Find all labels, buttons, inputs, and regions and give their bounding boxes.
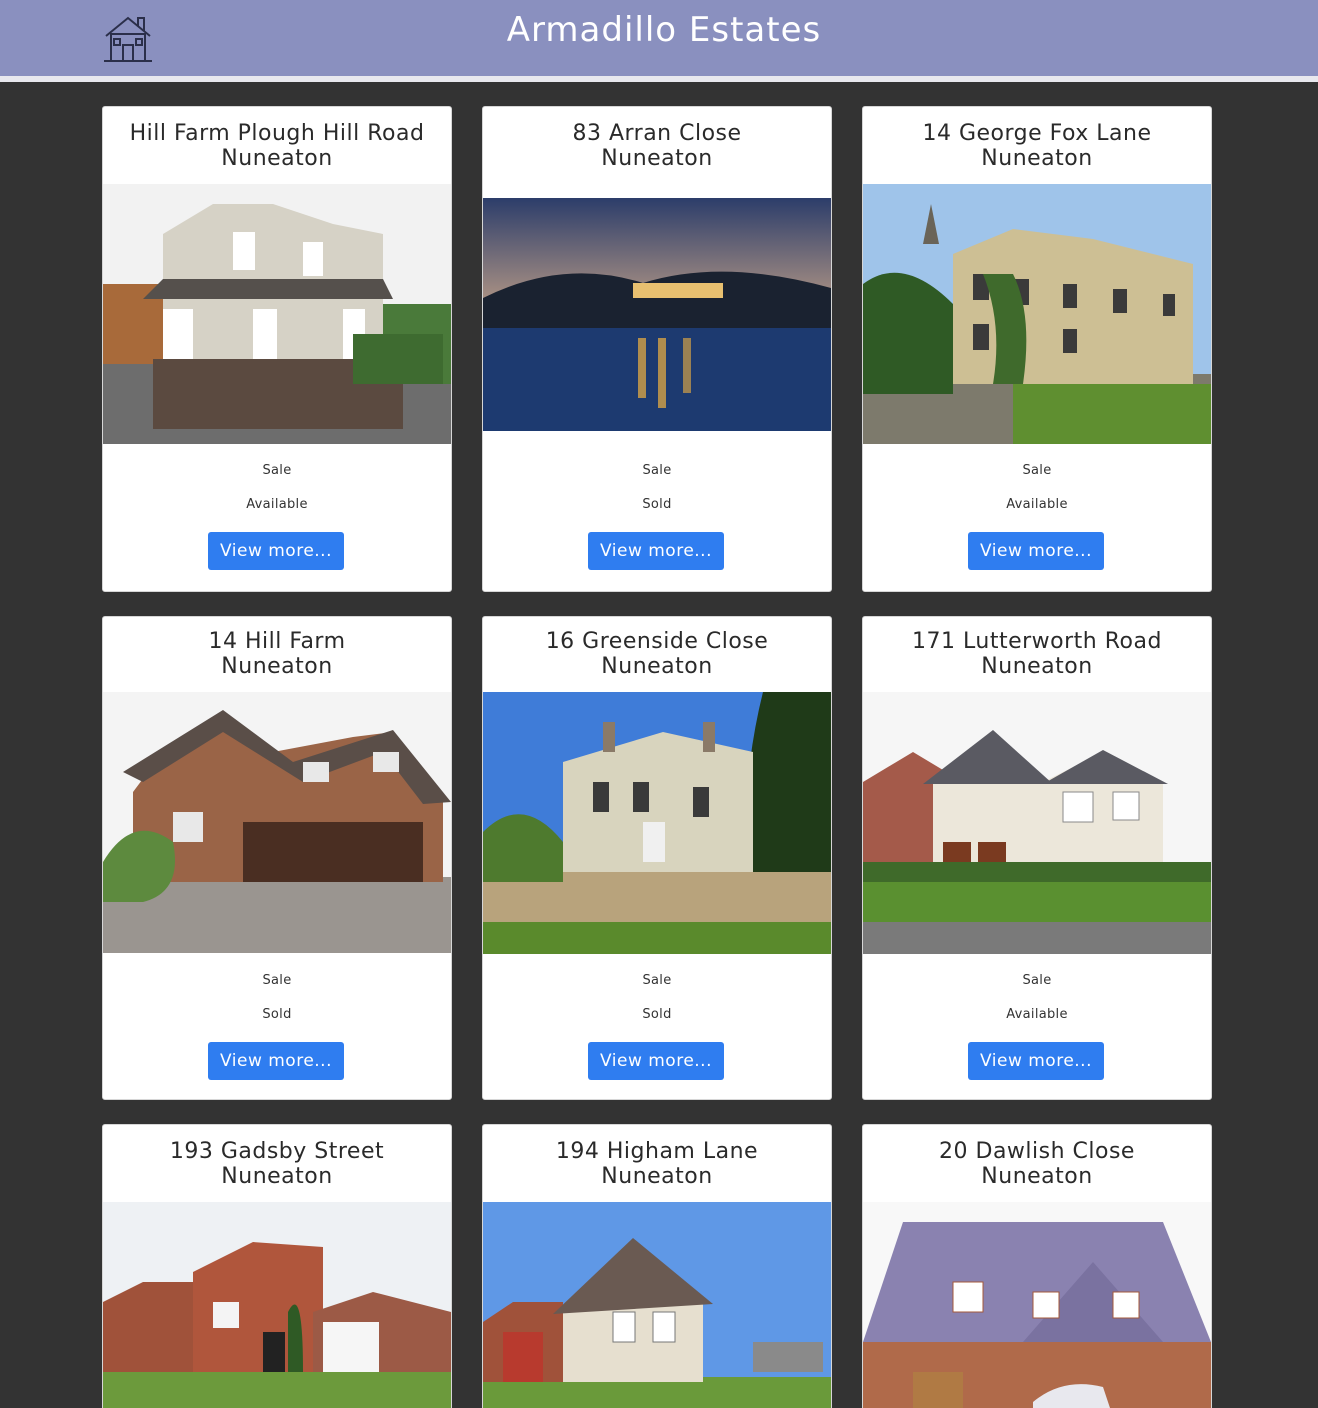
property-photo[interactable]: [103, 184, 451, 444]
property-street: 20 Dawlish Close: [939, 1139, 1135, 1164]
property-street: 14 Hill Farm: [208, 629, 346, 654]
property-street: 14 George Fox Lane: [922, 121, 1152, 146]
view-more-button[interactable]: View more...: [588, 1042, 724, 1080]
site-title: Armadillo Estates: [506, 10, 822, 50]
property-title: Hill Farm Plough Hill Road Nuneaton: [103, 121, 451, 171]
view-more-button[interactable]: View more...: [208, 532, 344, 570]
property-photo[interactable]: [103, 1202, 451, 1408]
property-street: 171 Lutterworth Road: [912, 629, 1162, 654]
property-title: 83 Arran Close Nuneaton: [483, 121, 831, 171]
property-street: 194 Higham Lane: [555, 1139, 759, 1164]
property-street: 83 Arran Close: [572, 121, 742, 146]
property-title: 20 Dawlish Close Nuneaton: [863, 1139, 1211, 1189]
property-town: Nuneaton: [981, 146, 1093, 171]
property-card: 193 Gadsby Street Nuneaton: [102, 1124, 452, 1408]
property-town: Nuneaton: [601, 1164, 713, 1189]
listing-type: Sale: [1022, 973, 1052, 988]
property-card: 14 Hill Farm Nuneaton Sale Sold View mor…: [102, 616, 452, 1100]
property-photo[interactable]: [483, 692, 831, 954]
listing-type: Sale: [262, 973, 292, 988]
view-more-button[interactable]: View more...: [968, 1042, 1104, 1080]
property-card: 16 Greenside Close Nuneaton Sale Sold Vi…: [482, 616, 832, 1100]
listing-type: Sale: [262, 463, 292, 478]
listing-type: Sale: [642, 463, 672, 478]
listing-status: Sold: [262, 1007, 292, 1022]
header-divider: [0, 76, 1318, 82]
listing-status: Available: [246, 497, 308, 512]
property-town: Nuneaton: [221, 1164, 333, 1189]
listing-status: Available: [1006, 1007, 1068, 1022]
property-street: Hill Farm Plough Hill Road: [129, 121, 425, 146]
listing-status: Available: [1006, 497, 1068, 512]
property-title: 14 George Fox Lane Nuneaton: [863, 121, 1211, 171]
property-title: 193 Gadsby Street Nuneaton: [103, 1139, 451, 1189]
property-title: 194 Higham Lane Nuneaton: [483, 1139, 831, 1189]
listing-type: Sale: [642, 973, 672, 988]
listing-type: Sale: [1022, 463, 1052, 478]
property-town: Nuneaton: [981, 1164, 1093, 1189]
site-header: Armadillo Estates: [0, 0, 1318, 76]
property-card: 194 Higham Lane Nuneaton: [482, 1124, 832, 1408]
property-title: 16 Greenside Close Nuneaton: [483, 629, 831, 679]
view-more-button[interactable]: View more...: [588, 532, 724, 570]
property-town: Nuneaton: [601, 654, 713, 679]
property-town: Nuneaton: [981, 654, 1093, 679]
property-card: 83 Arran Close Nuneaton Sale Sold View m…: [482, 106, 832, 592]
property-photo[interactable]: [863, 1202, 1211, 1408]
property-card: Hill Farm Plough Hill Road Nuneaton Sale…: [102, 106, 452, 592]
property-town: Nuneaton: [221, 146, 333, 171]
property-photo[interactable]: [863, 692, 1211, 954]
listing-status: Sold: [642, 1007, 672, 1022]
property-card: 14 George Fox Lane Nuneaton Sale Availab…: [862, 106, 1212, 592]
property-title: 171 Lutterworth Road Nuneaton: [863, 629, 1211, 679]
property-photo[interactable]: [483, 198, 831, 431]
property-card: 171 Lutterworth Road Nuneaton Sale Avail…: [862, 616, 1212, 1100]
listing-status: Sold: [642, 497, 672, 512]
property-card: 20 Dawlish Close Nuneaton: [862, 1124, 1212, 1408]
view-more-button[interactable]: View more...: [968, 532, 1104, 570]
view-more-button[interactable]: View more...: [208, 1042, 344, 1080]
property-town: Nuneaton: [221, 654, 333, 679]
property-photo[interactable]: [863, 184, 1211, 444]
property-town: Nuneaton: [601, 146, 713, 171]
property-photo[interactable]: [483, 1202, 831, 1408]
property-title: 14 Hill Farm Nuneaton: [103, 629, 451, 679]
property-street: 16 Greenside Close: [545, 629, 769, 654]
property-street: 193 Gadsby Street: [169, 1139, 385, 1164]
property-photo[interactable]: [103, 692, 451, 953]
